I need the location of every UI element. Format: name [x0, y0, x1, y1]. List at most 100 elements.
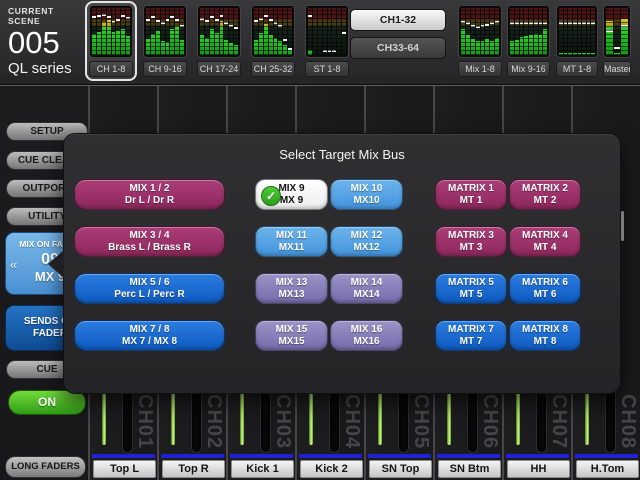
bus-button-mix-11[interactable]: MIX 11MX11: [255, 226, 328, 257]
bus-button-line1: MATRIX 1: [436, 183, 506, 195]
bus-button-matrix-3[interactable]: MATRIX 3MT 3: [435, 226, 507, 257]
bus-button-mix-12[interactable]: MIX 12MX12: [330, 226, 403, 257]
meter-bar: [112, 8, 116, 55]
fader-track[interactable]: [447, 392, 451, 445]
meter-bar: [559, 8, 563, 55]
meter-bar: [151, 8, 155, 55]
meter-block-label: MT 1-8: [556, 61, 598, 77]
channel-number-label: CH07: [547, 394, 570, 458]
fader-track[interactable]: [171, 392, 175, 445]
meter-block-label: CH 1-8: [89, 61, 133, 77]
meter-bar: [481, 8, 485, 55]
bus-button-line1: MIX 7 / 8: [75, 324, 224, 336]
bus-button-mix-7-8[interactable]: MIX 7 / 8MX 7 / MX 8: [74, 320, 225, 351]
bus-button-mix-13[interactable]: MIX 13MX13: [255, 273, 328, 304]
fader-track[interactable]: [516, 392, 520, 445]
scroll-indicator[interactable]: [621, 211, 624, 241]
bus-button-line1: MATRIX 7: [436, 324, 506, 336]
bus-button-mix-9[interactable]: MIX 9MX 9✓: [255, 179, 328, 210]
meter-block-ch-9-16[interactable]: CH 9-16: [143, 5, 187, 77]
fader-track[interactable]: [240, 392, 244, 445]
bus-button-mix-15[interactable]: MIX 15MX15: [255, 320, 328, 351]
bus-button-line2: MT 2: [510, 195, 580, 207]
console-series-label: QL series: [8, 60, 88, 77]
bus-button-line2: MT 5: [436, 289, 506, 301]
bus-button-line1: MIX 3 / 4: [75, 230, 224, 242]
bus-button-mix-1-2[interactable]: MIX 1 / 2Dr L / Dr R: [74, 179, 225, 210]
bus-button-matrix-1[interactable]: MATRIX 1MT 1: [435, 179, 507, 210]
bus-button-matrix-7[interactable]: MATRIX 7MT 7: [435, 320, 507, 351]
long-faders-button[interactable]: LONG FADERS: [5, 456, 86, 478]
bus-button-mix-5-6[interactable]: MIX 5 / 6Perc L / Perc R: [74, 273, 225, 304]
layer-button-ch33-64[interactable]: CH33-64: [350, 37, 446, 59]
meter-bar: [587, 8, 591, 55]
channel-name-label[interactable]: Top R: [162, 460, 225, 478]
channel-name-label[interactable]: H.Tom: [576, 460, 639, 478]
fader-track[interactable]: [309, 392, 313, 445]
meter-bar: [126, 8, 130, 55]
bus-button-line1: MATRIX 5: [436, 277, 506, 289]
channel-name-label[interactable]: HH: [507, 460, 570, 478]
meter-bar: [264, 8, 268, 55]
bus-button-matrix-2[interactable]: MATRIX 2MT 2: [509, 179, 581, 210]
channel-number-label: CH06: [478, 394, 501, 458]
bus-button-line2: MX16: [331, 336, 402, 348]
bus-button-matrix-6[interactable]: MATRIX 6MT 6: [509, 273, 581, 304]
meter-bar: [485, 8, 489, 55]
meter-block-ch-17-24[interactable]: CH 17-24: [197, 5, 241, 77]
meter-block-mix-1-8[interactable]: Mix 1-8: [458, 5, 502, 77]
strip-meter-slot: [468, 392, 477, 452]
meter-bar: [578, 8, 582, 55]
level-meter: [251, 5, 295, 58]
meter-block-ch-25-32[interactable]: CH 25-32: [251, 5, 295, 77]
meter-block-ch-1-8[interactable]: CH 1-8: [85, 1, 137, 81]
bus-button-matrix-4[interactable]: MATRIX 4MT 4: [509, 226, 581, 257]
meter-bar: [568, 8, 572, 55]
strip-meter-slot: [123, 392, 132, 452]
dialog-pointer-arrow: [48, 250, 64, 278]
channel-color-bar: [575, 454, 638, 458]
bus-button-line2: MX13: [256, 289, 327, 301]
bus-button-mix-3-4[interactable]: MIX 3 / 4Brass L / Brass R: [74, 226, 225, 257]
meter-bar: [573, 8, 577, 55]
fader-track[interactable]: [102, 392, 106, 445]
bus-button-mix-16[interactable]: MIX 16MX16: [330, 320, 403, 351]
meter-bar: [332, 8, 336, 55]
layer-button-ch1-32[interactable]: CH1-32: [350, 9, 446, 31]
level-meter: [305, 5, 349, 58]
meter-bar: [97, 8, 101, 55]
fader-track[interactable]: [585, 392, 589, 445]
channel-color-bar: [230, 454, 293, 458]
bus-button-line2: MX11: [256, 242, 327, 254]
channel-name-label[interactable]: Kick 1: [231, 460, 294, 478]
channel-number-label: CH08: [616, 394, 639, 458]
strip-meter-slot: [261, 392, 270, 452]
meter-block-st-1-8[interactable]: ST 1-8: [305, 5, 349, 77]
meter-bar: [288, 8, 292, 55]
fader-track[interactable]: [378, 392, 382, 445]
channel-name-label[interactable]: Kick 2: [300, 460, 363, 478]
bus-button-line1: MIX 12: [331, 230, 402, 242]
bus-button-mix-14[interactable]: MIX 14MX14: [330, 273, 403, 304]
meter-bar: [205, 8, 209, 55]
level-meter: [89, 5, 133, 58]
bus-button-matrix-5[interactable]: MATRIX 5MT 5: [435, 273, 507, 304]
meter-bar: [323, 8, 327, 55]
bus-button-mix-10[interactable]: MIX 10MX10: [330, 179, 403, 210]
meter-bar: [170, 8, 174, 55]
bus-button-matrix-8[interactable]: MATRIX 8MT 8: [509, 320, 581, 351]
meter-block-mt-1-8[interactable]: MT 1-8: [556, 5, 598, 77]
bus-button-line2: MT 4: [510, 242, 580, 254]
channel-name-label[interactable]: Top L: [93, 460, 156, 478]
meter-bar: [515, 8, 519, 55]
chevron-left-icon: «: [10, 257, 17, 272]
meter-bar: [175, 8, 179, 55]
meter-block-master[interactable]: Master: [603, 5, 631, 77]
current-scene-label: CURRENT SCENE: [8, 6, 88, 26]
meter-bar: [166, 8, 170, 55]
current-scene-panel[interactable]: CURRENT SCENE 005 QL series: [8, 6, 88, 77]
channel-name-label[interactable]: SN Top: [369, 460, 432, 478]
meter-block-mix-9-16[interactable]: Mix 9-16: [507, 5, 550, 77]
channel-name-label[interactable]: SN Btm: [438, 460, 501, 478]
meter-bar: [328, 8, 332, 55]
